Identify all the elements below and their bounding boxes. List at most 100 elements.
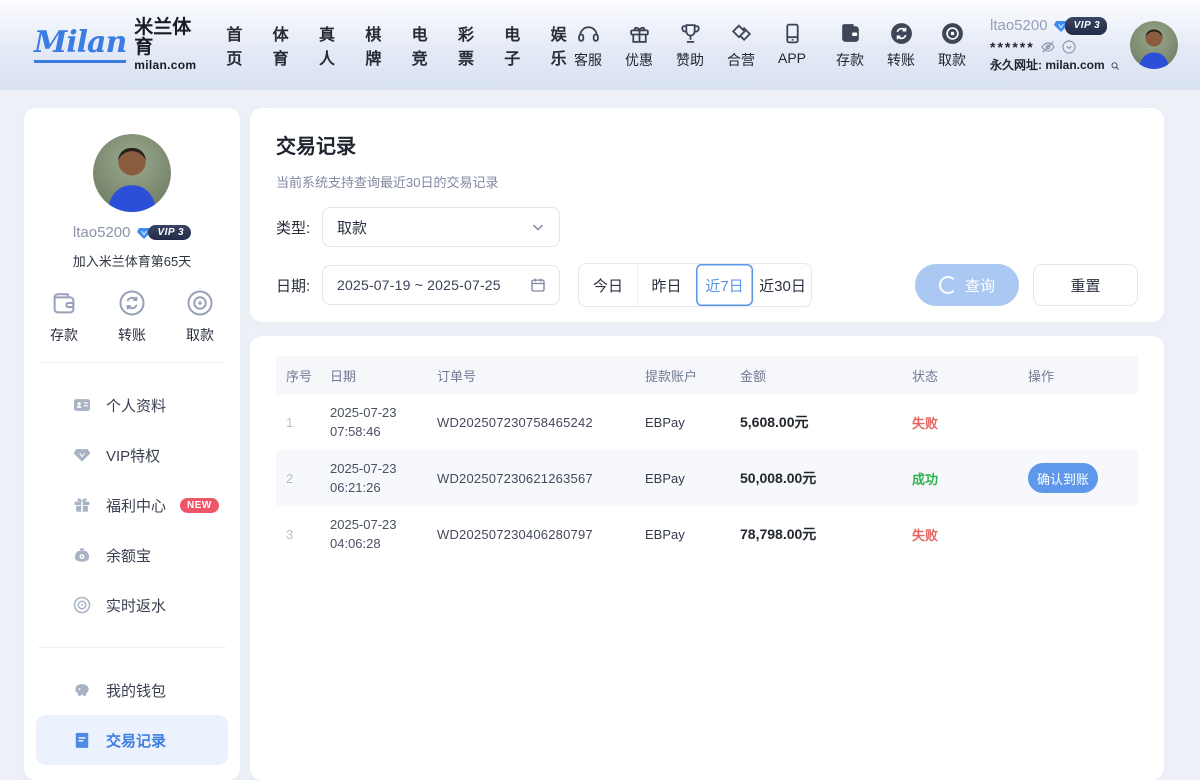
- sidebar-menu: 个人资料 VIP特权 福利中心 NEW 余额宝: [24, 380, 240, 630]
- eye-off-icon[interactable]: [1040, 39, 1056, 55]
- divider: [38, 647, 226, 648]
- site-logo[interactable]: Milan 米兰体育 milan.com: [34, 18, 196, 73]
- col-header-action: 操作: [1018, 366, 1138, 385]
- sidebar-item-rebate[interactable]: 实时返水: [36, 580, 228, 630]
- header-withdraw[interactable]: 取款: [934, 21, 970, 70]
- new-badge: NEW: [180, 498, 219, 513]
- cell-amount: 5,608.00元: [730, 412, 902, 432]
- wallet-link-label: 存款: [836, 50, 864, 70]
- sidebar-withdraw-button[interactable]: 取款: [166, 288, 234, 345]
- nav-live[interactable]: 真人: [319, 21, 338, 69]
- table-row: 1 2025-07-23 07:58:46 WD2025072307584652…: [276, 394, 1138, 450]
- quick-link-partnership[interactable]: 合营: [723, 21, 759, 70]
- piggy-wallet-icon: [72, 680, 92, 700]
- profile-sidebar: ltao5200 VIP 3 加入米兰体育第65天 存款 转账: [24, 108, 240, 780]
- page-subtitle: 当前系统支持查询最近30日的交易记录: [276, 172, 1138, 191]
- sidebar-avatar[interactable]: [93, 134, 171, 212]
- date-range-input[interactable]: 2025-07-19 ~ 2025-07-25: [322, 265, 560, 305]
- divider: [38, 362, 226, 363]
- user-avatar[interactable]: [1130, 21, 1178, 69]
- cell-index: 2: [276, 471, 320, 486]
- quick-link-sponsorship[interactable]: 赞助: [672, 21, 708, 70]
- cell-action: 确认到账: [1018, 463, 1138, 493]
- type-filter-row: 类型: 取款: [276, 207, 1138, 247]
- cell-account: EBPay: [635, 527, 730, 542]
- sidebar-deposit-button[interactable]: 存款: [30, 288, 98, 345]
- sidebar-item-profile[interactable]: 个人资料: [36, 380, 228, 430]
- transaction-record-icon: [72, 730, 92, 750]
- confirm-receipt-button[interactable]: 确认到账: [1028, 463, 1098, 493]
- cell-date: 2025-07-23 06:21:26: [320, 459, 427, 498]
- sidebar-vip-badge: VIP 3: [136, 225, 191, 241]
- gift-icon: [627, 21, 652, 46]
- date-filter-row: 日期: 2025-07-19 ~ 2025-07-25 今日 昨日 近7日 近3…: [276, 263, 1138, 307]
- preset-yesterday[interactable]: 昨日: [637, 264, 695, 306]
- col-header-date: 日期: [320, 366, 427, 385]
- cell-order-no: WD202507230758465242: [427, 415, 635, 430]
- magnifier-icon[interactable]: [1110, 58, 1120, 74]
- quick-link-label: 合营: [727, 50, 755, 70]
- query-button[interactable]: 查询: [915, 264, 1019, 306]
- sidebar-item-yuebao[interactable]: 余额宝: [36, 530, 228, 580]
- wallet-link-label: 转账: [887, 50, 915, 70]
- type-select-value: 取款: [337, 217, 529, 238]
- preset-today[interactable]: 今日: [579, 264, 637, 306]
- sidebar-item-label: 余额宝: [106, 545, 151, 566]
- col-header-amount: 金额: [730, 366, 902, 385]
- quick-link-promotions[interactable]: 优惠: [621, 21, 657, 70]
- table-row: 3 2025-07-23 04:06:28 WD2025072304062807…: [276, 506, 1138, 562]
- username[interactable]: ltao5200: [990, 15, 1048, 37]
- top-bar: Milan 米兰体育 milan.com 首页 体育 真人 棋牌 电竞 彩票 电…: [0, 0, 1200, 90]
- reset-button[interactable]: 重置: [1033, 264, 1138, 306]
- type-select[interactable]: 取款: [322, 207, 560, 247]
- quick-link-app[interactable]: APP: [774, 21, 810, 66]
- header-wallet-links: 存款 转账 取款: [832, 21, 970, 70]
- sidebar-quick-actions: 存款 转账 取款: [24, 288, 240, 345]
- quick-link-support[interactable]: 客服: [570, 21, 606, 70]
- sidebar-item-transactions[interactable]: 交易记录: [36, 715, 228, 765]
- preset-last7days[interactable]: 近7日: [695, 264, 753, 306]
- user-block: ltao5200 VIP 3 ****** 永久网址: milan.com: [990, 15, 1120, 74]
- transfer-outline-icon: [117, 288, 147, 318]
- cell-index: 1: [276, 415, 320, 430]
- sidebar-item-label: 福利中心: [106, 495, 166, 516]
- sidebar-item-vip[interactable]: VIP特权: [36, 430, 228, 480]
- gift-box-icon: [72, 495, 92, 515]
- headset-icon: [576, 21, 601, 46]
- nav-home[interactable]: 首页: [226, 21, 245, 69]
- header-transfer[interactable]: 转账: [883, 21, 919, 70]
- header-deposit[interactable]: 存款: [832, 21, 868, 70]
- sidebar-transfer-button[interactable]: 转账: [98, 288, 166, 345]
- chevron-down-circle-icon[interactable]: [1061, 39, 1077, 55]
- chevron-down-icon: [529, 218, 547, 236]
- phone-icon: [780, 21, 805, 46]
- nav-sports[interactable]: 体育: [273, 21, 292, 69]
- date-range-presets: 今日 昨日 近7日 近30日: [578, 263, 812, 307]
- rebate-circle-icon: [72, 595, 92, 615]
- partnership-icon: [729, 21, 754, 46]
- preset-last30days[interactable]: 近30日: [753, 264, 811, 306]
- quick-action-label: 存款: [50, 325, 78, 345]
- sidebar-item-benefits[interactable]: 福利中心 NEW: [36, 480, 228, 530]
- logo-domain: milan.com: [134, 59, 196, 72]
- status-badge: 失败: [902, 525, 1018, 544]
- sidebar-item-bets[interactable]: 投注记录: [36, 765, 228, 780]
- main-column: 交易记录 当前系统支持查询最近30日的交易记录 类型: 取款 日期: 2025-…: [250, 108, 1164, 780]
- cell-account: EBPay: [635, 415, 730, 430]
- withdraw-outline-icon: [185, 288, 215, 318]
- records-table-card: 序号 日期 订单号 提款账户 金额 状态 操作 1 2025-07-23 07:…: [250, 336, 1164, 780]
- vip-badge: VIP 3: [1053, 17, 1108, 36]
- page-title: 交易记录: [276, 130, 1138, 159]
- nav-entertainment[interactable]: 娱乐: [551, 21, 570, 69]
- quick-link-label: APP: [778, 50, 806, 66]
- type-label: 类型:: [276, 217, 322, 238]
- nav-lottery[interactable]: 彩票: [458, 21, 477, 69]
- cell-date: 2025-07-23 07:58:46: [320, 403, 427, 442]
- nav-slots[interactable]: 电子: [504, 21, 523, 69]
- withdraw-icon: [940, 21, 965, 46]
- nav-esports[interactable]: 电竞: [412, 21, 431, 69]
- nav-board-games[interactable]: 棋牌: [365, 21, 384, 69]
- sidebar-item-wallet[interactable]: 我的钱包: [36, 665, 228, 715]
- transfer-icon: [889, 21, 914, 46]
- col-header-account: 提款账户: [635, 366, 730, 385]
